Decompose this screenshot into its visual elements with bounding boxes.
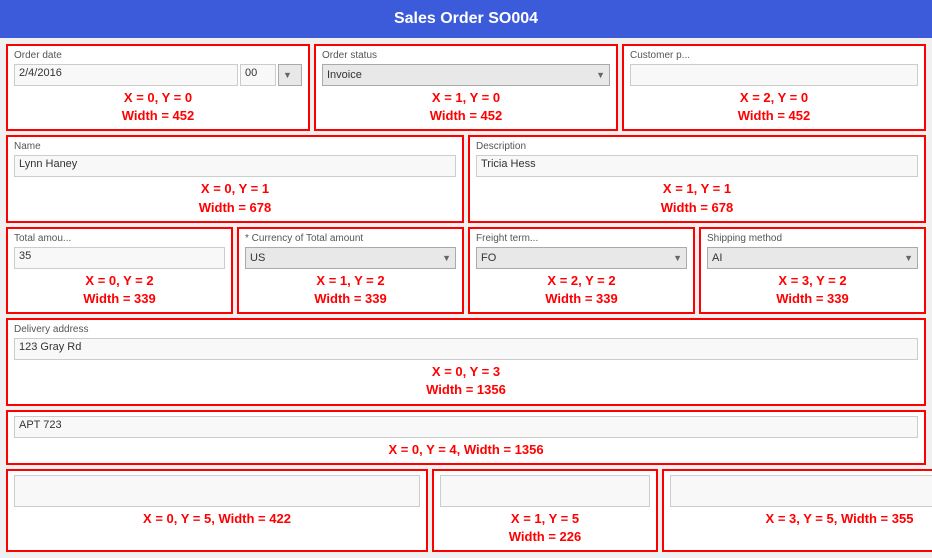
overlay-2-2: X = 2, Y = 2 Width = 339 bbox=[476, 272, 687, 308]
form-container: Order date 2/4/2016 00 ▼ X = 0, Y = 0 Wi… bbox=[0, 38, 932, 558]
cell-label-1-1: Description bbox=[476, 141, 918, 152]
input-description[interactable]: Tricia Hess bbox=[476, 155, 918, 177]
cell-1-0: Order status Invoice ▼ X = 1, Y = 0 Widt… bbox=[314, 44, 618, 131]
input-apt[interactable]: APT 723 bbox=[14, 416, 918, 438]
row-2: Total amou... 35 X = 0, Y = 2 Width = 33… bbox=[6, 227, 926, 314]
cell-2-2: Freight term... FO ▼ X = 2, Y = 2 Width … bbox=[468, 227, 695, 314]
page-title: Sales Order SO004 bbox=[394, 10, 538, 27]
cell-3-2: Shipping method AI ▼ X = 3, Y = 2 Width … bbox=[699, 227, 926, 314]
overlay-0-1: X = 0, Y = 1 Width = 678 bbox=[14, 180, 456, 216]
overlay-1-2: X = 1, Y = 2 Width = 339 bbox=[245, 272, 456, 308]
cell-label-2-2: Freight term... bbox=[476, 233, 687, 244]
cell-label-1-2: * Currency of Total amount bbox=[245, 233, 456, 244]
cell-label-0-1: Name bbox=[14, 141, 456, 152]
title-bar: Sales Order SO004 bbox=[0, 0, 932, 38]
cell-0-5: X = 0, Y = 5, Width = 422 bbox=[6, 469, 428, 552]
select-currency[interactable]: US ▼ bbox=[245, 247, 456, 269]
overlay-0-4: X = 0, Y = 4, Width = 1356 bbox=[14, 441, 918, 459]
cell-label-0-0: Order date bbox=[14, 50, 302, 61]
row-1: Name Lynn Haney X = 0, Y = 1 Width = 678… bbox=[6, 135, 926, 222]
select-shipping[interactable]: AI ▼ bbox=[707, 247, 918, 269]
cell-1-5: X = 1, Y = 5 Width = 226 bbox=[432, 469, 658, 552]
cell-0-1: Name Lynn Haney X = 0, Y = 1 Width = 678 bbox=[6, 135, 464, 222]
overlay-3-5: X = 3, Y = 5, Width = 355 bbox=[670, 510, 932, 528]
input-row5-3[interactable] bbox=[670, 475, 932, 507]
cell-label-0-3: Delivery address bbox=[14, 324, 918, 335]
cell-0-2: Total amou... 35 X = 0, Y = 2 Width = 33… bbox=[6, 227, 233, 314]
cell-0-3: Delivery address 123 Gray Rd X = 0, Y = … bbox=[6, 318, 926, 405]
overlay-1-5: X = 1, Y = 5 Width = 226 bbox=[440, 510, 650, 546]
input-customer[interactable] bbox=[630, 64, 918, 86]
overlay-0-3: X = 0, Y = 3 Width = 1356 bbox=[14, 363, 918, 399]
row-5: X = 0, Y = 5, Width = 422 X = 1, Y = 5 W… bbox=[6, 469, 926, 552]
overlay-2-0: X = 2, Y = 0 Width = 452 bbox=[630, 89, 918, 125]
row-0: Order date 2/4/2016 00 ▼ X = 0, Y = 0 Wi… bbox=[6, 44, 926, 131]
cell-3-5: X = 3, Y = 5, Width = 355 bbox=[662, 469, 932, 552]
select-freight[interactable]: FO ▼ bbox=[476, 247, 687, 269]
cell-1-1: Description Tricia Hess X = 1, Y = 1 Wid… bbox=[468, 135, 926, 222]
cell-0-0: Order date 2/4/2016 00 ▼ X = 0, Y = 0 Wi… bbox=[6, 44, 310, 131]
row-4: APT 723 X = 0, Y = 4, Width = 1356 bbox=[6, 410, 926, 465]
cell-1-2: * Currency of Total amount US ▼ X = 1, Y… bbox=[237, 227, 464, 314]
dropdown-order-date[interactable]: ▼ bbox=[278, 64, 302, 86]
cell-2-0: Customer p... X = 2, Y = 0 Width = 452 bbox=[622, 44, 926, 131]
input-delivery-address[interactable]: 123 Gray Rd bbox=[14, 338, 918, 360]
overlay-0-5: X = 0, Y = 5, Width = 422 bbox=[14, 510, 420, 528]
cell-label-2-0: Customer p... bbox=[630, 50, 918, 61]
overlay-1-1: X = 1, Y = 1 Width = 678 bbox=[476, 180, 918, 216]
input-row5-0[interactable] bbox=[14, 475, 420, 507]
cell-label-0-2: Total amou... bbox=[14, 233, 225, 244]
overlay-0-0: X = 0, Y = 0 Width = 452 bbox=[14, 89, 302, 125]
overlay-3-2: X = 3, Y = 2 Width = 339 bbox=[707, 272, 918, 308]
cell-0-4: APT 723 X = 0, Y = 4, Width = 1356 bbox=[6, 410, 926, 465]
cell-label-1-0: Order status bbox=[322, 50, 610, 61]
input-order-date[interactable]: 2/4/2016 bbox=[14, 64, 238, 86]
input-name[interactable]: Lynn Haney bbox=[14, 155, 456, 177]
overlay-0-2: X = 0, Y = 2 Width = 339 bbox=[14, 272, 225, 308]
cell-label-3-2: Shipping method bbox=[707, 233, 918, 244]
input-row5-1[interactable] bbox=[440, 475, 650, 507]
row-3: Delivery address 123 Gray Rd X = 0, Y = … bbox=[6, 318, 926, 405]
select-order-status[interactable]: Invoice ▼ bbox=[322, 64, 610, 86]
input-order-time[interactable]: 00 bbox=[240, 64, 276, 86]
input-total-amount[interactable]: 35 bbox=[14, 247, 225, 269]
overlay-1-0: X = 1, Y = 0 Width = 452 bbox=[322, 89, 610, 125]
